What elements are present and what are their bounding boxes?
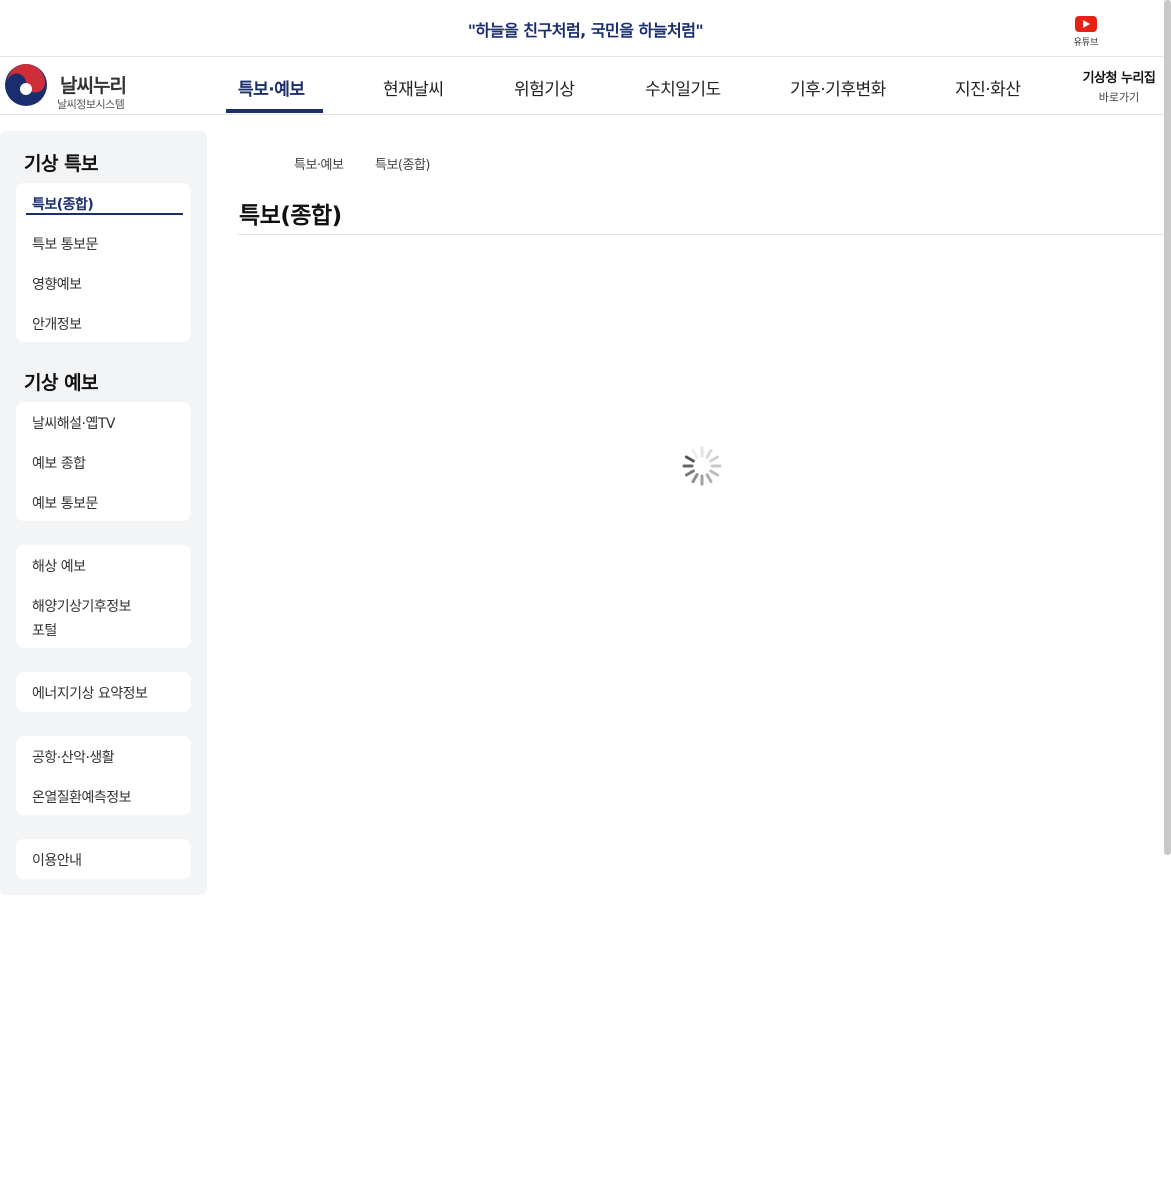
sidebar-group-energy: 에너지기상 요약정보 <box>16 672 191 712</box>
sidebar-item-airport-mountain-life[interactable]: 공항·산악·생활 <box>32 747 115 767</box>
sidebar-item-forecast-bulletin[interactable]: 예보 통보문 <box>32 493 98 513</box>
breadcrumb-item-forecast[interactable]: 특보·예보 <box>294 154 344 173</box>
sidebar-item-weather-tv[interactable]: 날씨해설·옙TV <box>32 413 115 433</box>
sidebar-item-warning-summary[interactable]: 특보(종합) <box>32 194 94 214</box>
top-banner: "하늘을 친구처럼, 국민을 하늘처럼" 유튜브 <box>0 0 1171 57</box>
sidebar-item-marine-portal-line2[interactable]: 포털 <box>32 620 57 640</box>
taegeuk-logo-icon <box>5 64 47 106</box>
sidebar-group-life: 공항·산악·생활 온열질환예측정보 <box>16 736 191 815</box>
kma-homepage-link[interactable]: 기상청 누리집 바로가기 <box>1076 67 1162 105</box>
shortcut-title: 기상청 누리집 <box>1082 71 1156 86</box>
logo-subtitle: 날씨정보시스템 <box>57 98 125 111</box>
sidebar-item-usage-guide[interactable]: 이용안내 <box>32 850 82 870</box>
sidebar-group-warning: 특보(종합) 특보 통보문 영향예보 안개정보 <box>16 183 191 342</box>
page-title: 특보(종합) <box>239 203 342 229</box>
sidebar-item-energy-weather[interactable]: 에너지기상 요약정보 <box>32 683 148 703</box>
youtube-icon <box>1075 16 1097 32</box>
sidebar-section-warning-title: 기상 특보 <box>24 153 99 175</box>
sidebar-item-impact-forecast[interactable]: 영향예보 <box>32 274 82 294</box>
sidebar-section-forecast-title: 기상 예보 <box>24 372 99 394</box>
slogan: "하늘을 친구처럼, 국민을 하늘처럼" <box>467 21 704 40</box>
sidebar-item-marine-portal[interactable]: 해양기상기후정보 <box>32 596 132 616</box>
loading-spinner-icon <box>682 446 722 486</box>
breadcrumb-item-warning-summary[interactable]: 특보(종합) <box>375 154 430 173</box>
main-navigation: 날씨누리 날씨정보시스템 특보·예보 현재날씨 위험기상 수치일기도 기후·기후… <box>0 57 1171 115</box>
nav-item-forecast-warning[interactable]: 특보·예보 <box>238 75 305 100</box>
site-logo[interactable]: 날씨누리 날씨정보시스템 <box>4 63 144 111</box>
youtube-label: 유튜브 <box>1073 38 1099 48</box>
sidebar-group-guide: 이용안내 <box>16 839 191 879</box>
sidebar-item-forecast-summary[interactable]: 예보 종합 <box>32 453 86 473</box>
nav-item-hazardous-weather[interactable]: 위험기상 <box>514 75 575 100</box>
sidebar-item-heat-illness[interactable]: 온열질환예측정보 <box>32 787 132 807</box>
shortcut-subtitle: 바로가기 <box>1098 91 1140 104</box>
sidebar-group-marine: 해상 예보 해양기상기후정보 포털 <box>16 545 191 648</box>
youtube-link[interactable]: 유튜브 <box>1068 16 1104 48</box>
sidebar: 기상 특보 특보(종합) 특보 통보문 영향예보 안개정보 기상 예보 날씨해설… <box>0 131 207 895</box>
nav-item-climate[interactable]: 기후·기후변화 <box>790 75 886 100</box>
page-scrollbar[interactable] <box>1164 0 1171 855</box>
nav-item-current-weather[interactable]: 현재날씨 <box>383 75 444 100</box>
sidebar-group-forecast: 날씨해설·옙TV 예보 종합 예보 통보문 <box>16 402 191 521</box>
sidebar-item-marine-forecast[interactable]: 해상 예보 <box>32 556 86 576</box>
logo-title: 날씨누리 <box>60 75 127 97</box>
nav-active-indicator <box>226 109 323 113</box>
sidebar-item-warning-bulletin[interactable]: 특보 통보문 <box>32 234 98 254</box>
sidebar-active-underline <box>26 213 183 215</box>
title-divider <box>238 234 1168 235</box>
sidebar-item-fog-info[interactable]: 안개정보 <box>32 314 82 334</box>
nav-item-numerical-chart[interactable]: 수치일기도 <box>645 75 721 100</box>
nav-item-earthquake-volcano[interactable]: 지진·화산 <box>955 75 1021 100</box>
